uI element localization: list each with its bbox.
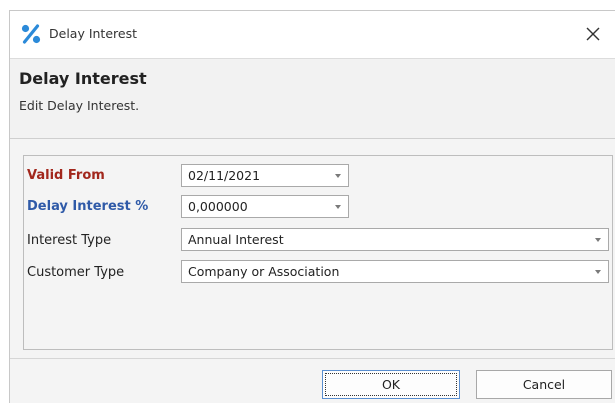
chevron-down-icon xyxy=(595,238,601,242)
title-bar: Delay Interest xyxy=(10,11,615,58)
header-subtitle: Edit Delay Interest. xyxy=(19,98,140,113)
dialog-header: Delay Interest Edit Delay Interest. xyxy=(10,58,615,139)
valid-from-label: Valid From xyxy=(27,168,105,183)
interest-type-label: Interest Type xyxy=(27,233,112,248)
window-title: Delay Interest xyxy=(49,26,137,41)
valid-from-dropdown[interactable]: 02/11/2021 xyxy=(181,164,349,187)
customer-type-dropdown[interactable]: Company or Association xyxy=(181,260,609,283)
valid-from-value: 02/11/2021 xyxy=(188,168,261,183)
customer-type-value: Company or Association xyxy=(188,264,340,279)
percent-icon xyxy=(21,24,41,44)
chevron-down-icon xyxy=(335,205,341,209)
delay-interest-dialog: Delay Interest Delay Interest Edit Delay… xyxy=(9,10,615,403)
delay-interest-value: 0,000000 xyxy=(188,199,248,214)
interest-type-dropdown[interactable]: Annual Interest xyxy=(181,228,609,251)
ok-button[interactable]: OK xyxy=(322,370,460,399)
form-group: Valid From 02/11/2021 Delay Interest % 0… xyxy=(23,155,613,350)
cancel-button[interactable]: Cancel xyxy=(476,370,612,399)
close-icon[interactable] xyxy=(581,22,605,46)
customer-type-label: Customer Type xyxy=(27,265,125,280)
interest-type-value: Annual Interest xyxy=(188,232,284,247)
delay-interest-label: Delay Interest % xyxy=(27,199,149,214)
footer-divider xyxy=(10,358,615,359)
chevron-down-icon xyxy=(595,270,601,274)
delay-interest-dropdown[interactable]: 0,000000 xyxy=(181,195,349,218)
header-title: Delay Interest xyxy=(19,69,147,88)
chevron-down-icon xyxy=(335,174,341,178)
